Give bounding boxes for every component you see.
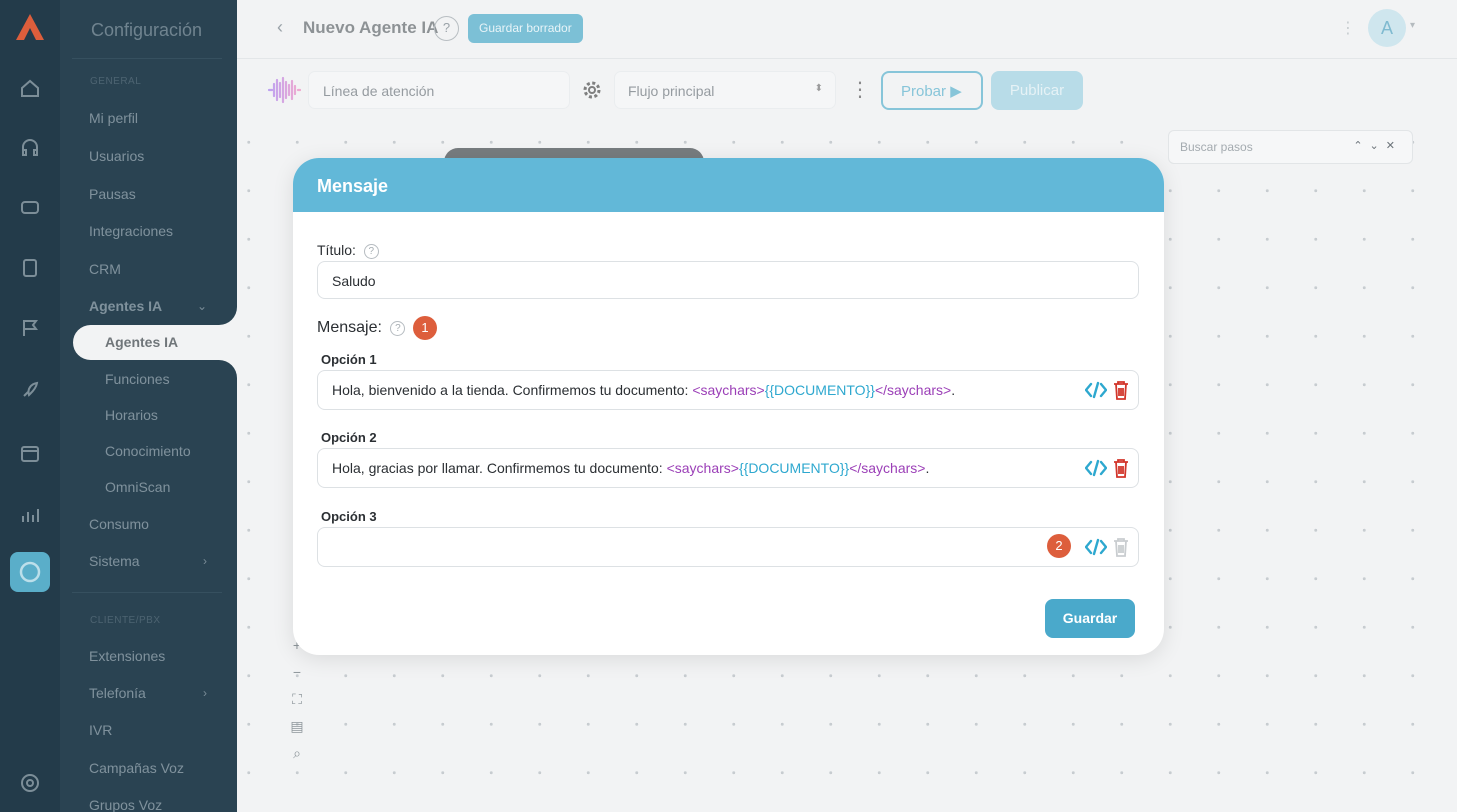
message-modal: Mensaje Título: ? Saludo Mensaje: ? 1 Op… — [293, 158, 1164, 655]
sidebar-item-sistema[interactable]: Sistema — [89, 553, 140, 569]
search-nav-controls[interactable]: ⌃⌄✕ — [1353, 139, 1402, 152]
message-label: Mensaje: ? — [317, 319, 406, 337]
test-button-label: Probar — [901, 83, 947, 100]
flag-icon[interactable] — [19, 317, 41, 339]
chevron-down-icon[interactable]: ▾ — [1410, 20, 1415, 31]
sidebar-item-consumo[interactable]: Consumo — [89, 516, 149, 532]
title-input[interactable]: Saludo — [317, 261, 1139, 299]
chat-icon[interactable] — [19, 197, 41, 219]
settings-rail-active[interactable] — [10, 552, 50, 592]
avatar[interactable]: A — [1368, 9, 1406, 47]
modal-title: Mensaje — [293, 158, 1164, 212]
sidebar-item-ivr[interactable]: IVR — [89, 722, 112, 738]
option-1-input[interactable]: Hola, bienvenido a la tienda. Confirmemo… — [317, 370, 1139, 410]
code-icon[interactable] — [1085, 538, 1107, 556]
option-3-label: Opción 3 — [321, 509, 377, 524]
fit-view-icon[interactable]: ⛶ — [289, 691, 305, 708]
sidebar-item-integraciones[interactable]: Integraciones — [89, 223, 173, 239]
sort-arrows-icon: ⬍ — [814, 83, 823, 94]
more-icon[interactable]: ⋮ — [1340, 18, 1356, 38]
trash-icon[interactable] — [1113, 458, 1129, 478]
rocket-icon[interactable] — [19, 379, 41, 401]
option-2-label: Opción 2 — [321, 430, 377, 445]
sidebar-item-grupos-voz[interactable]: Grupos Voz — [89, 797, 162, 812]
help-icon[interactable]: ? — [434, 16, 459, 41]
option-3-input[interactable]: 2 — [317, 527, 1139, 567]
chart-icon[interactable] — [19, 504, 41, 526]
zoom-out-icon[interactable]: − — [289, 664, 305, 680]
trash-icon[interactable] — [1113, 380, 1129, 400]
sidebar-item-funciones[interactable]: Funciones — [105, 371, 170, 387]
calendar-icon[interactable] — [19, 442, 41, 464]
step-badge: 1 — [413, 316, 437, 340]
publish-button[interactable]: Publicar — [991, 71, 1083, 110]
audio-wave-icon — [267, 76, 301, 104]
divider — [237, 58, 1457, 59]
sidebar-item-crm[interactable]: CRM — [89, 261, 121, 277]
trash-icon — [1114, 538, 1128, 557]
help-circle-icon[interactable] — [19, 772, 41, 794]
step-badge: 2 — [1047, 534, 1071, 558]
sidebar-item-omniscan[interactable]: OmniScan — [105, 479, 170, 495]
home-icon[interactable] — [19, 77, 41, 99]
settings-sidebar: Configuración GENERAL Mi perfil Usuarios… — [60, 0, 237, 812]
sidebar-item-agentes-ia-active[interactable]: Agentes IA — [73, 325, 237, 360]
sidebar-title: Configuración — [91, 20, 203, 40]
section-general: GENERAL — [90, 76, 142, 87]
divider — [72, 58, 222, 59]
code-icon[interactable] — [1085, 381, 1107, 399]
test-button[interactable]: Probar ▶ — [881, 71, 983, 110]
chevron-right-icon[interactable]: › — [203, 686, 207, 700]
sidebar-item-campanas-voz[interactable]: Campañas Voz — [89, 760, 184, 776]
search-steps-placeholder: Buscar pasos — [1180, 140, 1253, 154]
option-2-input[interactable]: Hola, gracias por llamar. Confirmemos tu… — [317, 448, 1139, 488]
more-vertical-icon[interactable]: ⋮ — [850, 78, 870, 102]
flow-select[interactable]: Flujo principal ⬍ — [614, 71, 836, 109]
play-icon: ▶ — [950, 83, 962, 100]
code-icon[interactable] — [1085, 459, 1107, 477]
page-title: Nuevo Agente IA — [303, 18, 439, 37]
sidebar-item-telefonia[interactable]: Telefonía — [89, 685, 146, 701]
sidebar-item-usuarios[interactable]: Usuarios — [89, 148, 144, 164]
chevron-down-icon[interactable]: ⌄ — [197, 299, 207, 313]
line-select[interactable]: Línea de atención — [308, 71, 570, 109]
help-icon[interactable]: ? — [363, 244, 379, 259]
gear-icon[interactable] — [580, 78, 604, 102]
chevron-left-icon[interactable]: ‹ — [277, 17, 283, 38]
section-telefonia: CLIENTE/PBX — [90, 615, 161, 626]
save-draft-button[interactable]: Guardar borrador — [468, 14, 583, 43]
app-logo — [16, 14, 44, 40]
minimap-icon[interactable]: ▤ — [289, 718, 305, 735]
icon-rail — [0, 0, 60, 812]
title-label: Título: ? — [317, 242, 379, 259]
sidebar-item-agentes-ia-group[interactable]: Agentes IA — [89, 298, 162, 314]
flow-select-value: Flujo principal — [628, 83, 715, 99]
save-button[interactable]: Guardar — [1045, 599, 1135, 638]
headset-icon[interactable] — [19, 137, 41, 159]
sidebar-item-horarios[interactable]: Horarios — [105, 407, 158, 423]
document-icon[interactable] — [19, 257, 41, 279]
zoom-search-icon[interactable]: ⌕ — [289, 745, 305, 762]
divider — [72, 592, 222, 593]
chevron-right-icon[interactable]: › — [203, 554, 207, 568]
sidebar-item-conocimiento[interactable]: Conocimiento — [105, 443, 191, 459]
sidebar-item-mi-perfil[interactable]: Mi perfil — [89, 110, 138, 126]
help-icon[interactable]: ? — [390, 321, 406, 336]
sidebar-item-extensiones[interactable]: Extensiones — [89, 648, 165, 664]
search-steps-input[interactable]: Buscar pasos ⌃⌄✕ — [1168, 130, 1413, 164]
option-1-label: Opción 1 — [321, 352, 377, 367]
sidebar-item-pausas[interactable]: Pausas — [89, 186, 136, 202]
